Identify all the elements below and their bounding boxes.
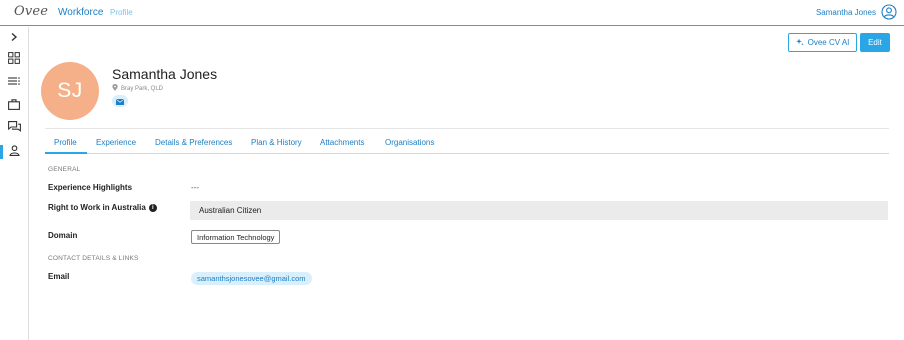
sidebar <box>0 27 29 340</box>
sidebar-expand-button[interactable] <box>5 30 23 46</box>
dashboard-grid-icon <box>8 51 20 69</box>
briefcase-icon <box>8 97 20 115</box>
sidebar-item-messages[interactable] <box>5 121 23 137</box>
domain-tag: Information Technology <box>191 230 281 244</box>
edit-button[interactable]: Edit <box>860 33 890 52</box>
email-label-text: Email <box>48 272 70 281</box>
app-logo[interactable]: Ovee <box>14 4 48 19</box>
top-bar: Ovee Workforce Profile Samantha Jones <box>0 0 904 26</box>
email-link[interactable]: samanthsjonesovee@gmail.com <box>191 272 312 285</box>
mail-icon <box>116 92 124 110</box>
ovee-cv-ai-button[interactable]: Ovee CV AI <box>788 33 857 52</box>
sidebar-item-dashboard[interactable] <box>5 52 23 68</box>
tab-profile[interactable]: Profile <box>54 138 77 147</box>
section-title-contact: CONTACT DETAILS & LINKS <box>48 255 139 262</box>
sidebar-active-indicator <box>0 145 3 159</box>
email-label: Email <box>48 272 69 281</box>
tab-plan-history[interactable]: Plan & History <box>251 138 302 147</box>
user-circle-icon[interactable] <box>881 4 897 20</box>
user-name-link[interactable]: Samantha Jones <box>816 8 876 17</box>
experience-highlights-label: Experience Highlights <box>48 183 132 192</box>
right-to-work-label-text: Right to Work in Australia <box>48 203 146 212</box>
mail-button[interactable] <box>112 95 128 107</box>
experience-highlights-value: --- <box>191 183 199 192</box>
sparkle-icon <box>795 38 804 48</box>
tab-experience[interactable]: Experience <box>96 138 136 147</box>
sidebar-item-jobs[interactable] <box>5 98 23 114</box>
sidebar-item-profile[interactable] <box>5 144 23 160</box>
experience-highlights-label-text: Experience Highlights <box>48 183 133 192</box>
chevron-right-icon <box>9 29 19 47</box>
tab-organisations[interactable]: Organisations <box>385 138 434 147</box>
person-icon <box>8 143 20 161</box>
breadcrumb-profile[interactable]: Profile <box>110 8 133 17</box>
header-divider <box>45 128 889 129</box>
section-title-general: GENERAL <box>48 166 81 173</box>
tab-active-underline <box>45 152 87 154</box>
nav-workforce-link[interactable]: Workforce <box>58 7 103 18</box>
tab-details-preferences[interactable]: Details & Preferences <box>155 138 232 147</box>
profile-tabs: Profile Experience Details & Preferences… <box>45 133 889 154</box>
right-to-work-label: Right to Work in Australia i <box>48 203 157 212</box>
ovee-cv-ai-label: Ovee CV AI <box>807 38 850 47</box>
avatar: SJ <box>41 62 99 120</box>
location-text: Bray Park, QLD <box>121 85 164 92</box>
chat-icon <box>7 120 21 138</box>
sidebar-item-list[interactable] <box>5 75 23 91</box>
domain-label-text: Domain <box>48 231 78 240</box>
domain-label: Domain <box>48 231 77 240</box>
profile-name: Samantha Jones <box>112 66 218 82</box>
right-to-work-value: Australian Citizen <box>190 201 888 220</box>
tab-attachments[interactable]: Attachments <box>320 138 364 147</box>
info-icon[interactable]: i <box>148 203 157 212</box>
list-icon <box>8 74 20 92</box>
